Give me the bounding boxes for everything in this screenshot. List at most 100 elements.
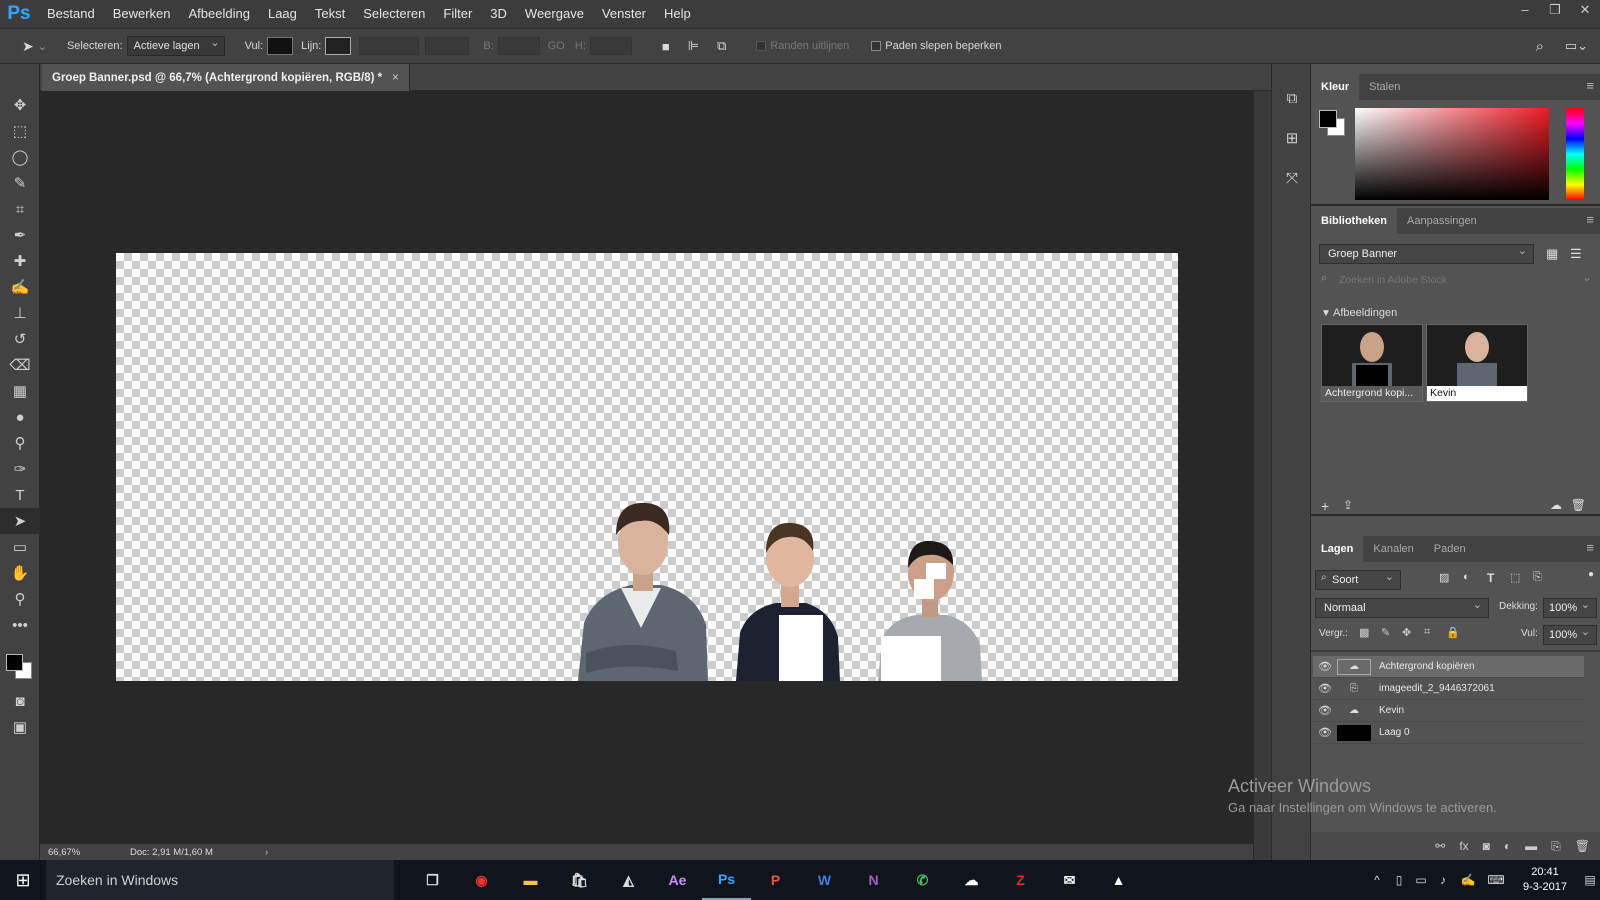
stroke-swatch[interactable] <box>325 37 352 55</box>
powerpoint-icon[interactable]: P <box>751 860 800 900</box>
tab-paden[interactable]: Paden <box>1424 536 1476 562</box>
list-view-icon[interactable]: ☰ <box>1570 246 1582 262</box>
menu-laag[interactable]: Laag <box>259 0 306 28</box>
menu-tekst[interactable]: Tekst <box>306 0 354 28</box>
document-canvas[interactable] <box>116 253 1178 681</box>
after-effects-icon[interactable]: Ae <box>653 860 702 900</box>
hue-slider[interactable] <box>1566 108 1584 200</box>
fill-field[interactable]: 100% <box>1543 623 1597 645</box>
more-tools-icon[interactable]: ••• <box>0 612 40 638</box>
mail-icon[interactable]: ✉ <box>1045 860 1094 900</box>
opacity-field[interactable]: 100% <box>1543 596 1597 618</box>
document-tab[interactable]: Groep Banner.psd @ 66,7% (Achtergrond ko… <box>42 64 410 91</box>
filter-type-icon[interactable]: T <box>1487 571 1494 585</box>
visibility-eye-icon[interactable]: 👁 <box>1313 682 1337 695</box>
stroke-width-field[interactable] <box>359 37 420 55</box>
filter-shape-icon[interactable]: ⬚ <box>1510 571 1520 584</box>
add-mask-icon[interactable]: ◙ <box>1483 839 1490 853</box>
stroke-type-field[interactable] <box>425 37 470 55</box>
delete-layer-icon[interactable]: 🗑 <box>1575 839 1590 853</box>
height-field[interactable] <box>589 37 632 55</box>
clone-stamp-tool-icon[interactable]: ⊥ <box>0 300 40 326</box>
tab-stalen[interactable]: Stalen <box>1359 74 1410 100</box>
path-alignment-icon[interactable]: ⊫ <box>688 38 699 54</box>
rectangle-tool-icon[interactable]: ▭ <box>0 534 40 560</box>
menu-3d[interactable]: 3D <box>481 0 516 28</box>
close-button[interactable]: ✕ <box>1570 0 1600 22</box>
visibility-eye-icon[interactable]: 👁 <box>1313 660 1337 673</box>
tab-lagen[interactable]: Lagen <box>1311 536 1364 562</box>
visibility-eye-icon[interactable]: 👁 <box>1313 726 1337 739</box>
blur-tool-icon[interactable]: ● <box>0 404 40 430</box>
delete-library-item-icon[interactable]: 🗑 <box>1571 498 1586 512</box>
color-picker-field[interactable] <box>1355 108 1549 200</box>
width-field[interactable] <box>497 37 540 55</box>
filezilla-icon[interactable]: Z <box>996 860 1045 900</box>
notifications-icon[interactable]: ▤ <box>1580 873 1600 887</box>
layer-row[interactable]: 👁 Laag 0 <box>1313 722 1584 744</box>
menu-help[interactable]: Help <box>655 0 700 28</box>
menu-venster[interactable]: Venster <box>593 0 655 28</box>
filter-pixel-icon[interactable]: ▨ <box>1439 571 1449 584</box>
canvas-vertical-scrollbar[interactable] <box>1253 91 1271 860</box>
tab-bibliotheken[interactable]: Bibliotheken <box>1311 208 1398 234</box>
move-tool-icon[interactable]: ✥ <box>0 92 40 118</box>
healing-brush-tool-icon[interactable]: ✚ <box>0 248 40 274</box>
lock-position-icon[interactable]: ✥ <box>1402 626 1411 639</box>
whatsapp-icon[interactable]: ✆ <box>898 860 947 900</box>
libraries-panel-icon[interactable]: ⤧ <box>1272 158 1312 198</box>
lock-artboard-icon[interactable]: ⌗ <box>1424 626 1430 639</box>
path-selection-tool-icon[interactable]: ➤ <box>0 508 40 534</box>
panel-menu-icon[interactable]: ≡ <box>1586 540 1594 555</box>
quick-select-tool-icon[interactable]: ✎ <box>0 170 40 196</box>
foreground-color-swatch[interactable] <box>6 654 23 671</box>
taskbar-clock[interactable]: 20:41 9-3-2017 <box>1510 865 1580 895</box>
search-icon[interactable]: ⌕ <box>1536 38 1544 55</box>
add-content-icon[interactable]: + <box>1321 498 1329 514</box>
visibility-eye-icon[interactable]: 👁 <box>1313 704 1337 717</box>
quick-mask-icon[interactable]: ◙ <box>0 688 40 714</box>
layer-row[interactable]: 👁 ☁ Achtergrond kopiëren <box>1313 656 1584 678</box>
search-chevron-icon[interactable]: ⌄ <box>1582 270 1592 284</box>
workspace-switcher-icon[interactable]: ▭⌄ <box>1565 38 1588 54</box>
fill-swatch[interactable] <box>267 37 294 55</box>
tab-kanalen[interactable]: Kanalen <box>1363 536 1423 562</box>
tab-kleur[interactable]: Kleur <box>1311 74 1360 100</box>
word-icon[interactable]: W <box>800 860 849 900</box>
tray-chevron-icon[interactable]: ^ <box>1366 873 1388 887</box>
menu-bewerken[interactable]: Bewerken <box>104 0 180 28</box>
network-icon[interactable]: ▭ <box>1410 873 1432 887</box>
layer-filter-dropdown[interactable]: Soort <box>1315 568 1401 590</box>
align-edges-option[interactable]: Randen uitlijnen <box>756 40 849 52</box>
color-foreground-swatch[interactable] <box>1319 110 1337 128</box>
new-layer-icon[interactable]: ⎘ <box>1551 839 1561 854</box>
lock-all-icon[interactable]: 🔒 <box>1446 626 1460 639</box>
section-collapse-icon[interactable]: ▼ <box>1321 308 1331 319</box>
hand-tool-icon[interactable]: ✋ <box>0 560 40 586</box>
stock-search-input[interactable]: Zoeken in Adobe Stock <box>1339 274 1447 286</box>
menu-bestand[interactable]: Bestand <box>38 0 104 28</box>
pen-ink-icon[interactable]: ✍ <box>1454 873 1482 887</box>
dodge-tool-icon[interactable]: ⚲ <box>0 430 40 456</box>
select-mode-dropdown[interactable]: Actieve lagen <box>126 36 225 56</box>
volume-icon[interactable]: ♪ <box>1432 873 1454 887</box>
upload-icon[interactable]: ⇪ <box>1343 498 1353 512</box>
zoom-tool-icon[interactable]: ⚲ <box>0 586 40 612</box>
store-icon[interactable]: 🛍 <box>555 860 604 900</box>
new-adjustment-icon[interactable]: ◐ <box>1504 839 1511 853</box>
pen-tool-icon[interactable]: ✑ <box>0 456 40 482</box>
lasso-tool-icon[interactable]: ◯ <box>0 144 40 170</box>
properties-panel-icon[interactable]: ⊞ <box>1272 118 1312 158</box>
onedrive-icon[interactable]: ☁ <box>947 860 996 900</box>
marquee-tool-icon[interactable]: ⬚ <box>0 118 40 144</box>
align-edges-checkbox[interactable] <box>756 41 767 51</box>
eyedropper-tool-icon[interactable]: ✒ <box>0 222 40 248</box>
eraser-tool-icon[interactable]: ⌫ <box>0 352 40 378</box>
layer-style-icon[interactable]: fx <box>1459 839 1468 853</box>
path-arrangement-icon[interactable]: ⧉ <box>717 38 726 54</box>
menu-afbeelding[interactable]: Afbeelding <box>180 0 259 28</box>
file-explorer-icon[interactable]: ▬ <box>506 860 555 900</box>
photos-icon[interactable]: ▲ <box>1094 860 1143 900</box>
chrome-icon[interactable]: ◉ <box>457 860 506 900</box>
panel-menu-icon[interactable]: ≡ <box>1586 78 1594 93</box>
